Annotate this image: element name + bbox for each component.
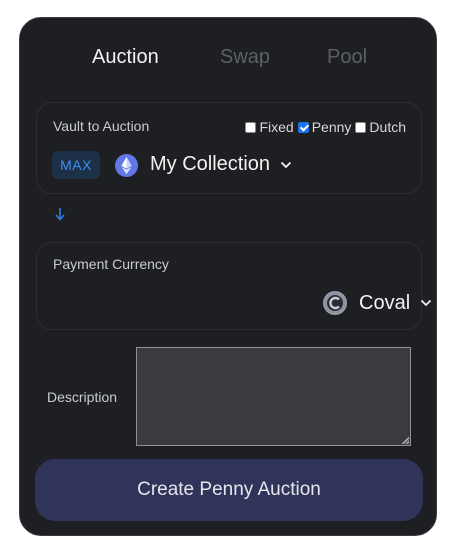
vault-panel: Vault to Auction Fixed Penny Dutch MAX M… (36, 102, 422, 194)
payment-label: Payment Currency (53, 256, 169, 272)
arrow-down-icon (55, 208, 65, 221)
fixed-label: Fixed (259, 119, 294, 135)
dutch-label: Dutch (369, 119, 406, 135)
max-button[interactable]: MAX (52, 151, 100, 179)
fixed-checkbox[interactable] (245, 121, 257, 133)
auction-card: Auction Swap Pool Vault to Auction Fixed… (19, 17, 437, 536)
currency-select-value: Coval (359, 291, 411, 314)
tab-auction[interactable]: Auction (92, 46, 159, 69)
payment-panel: Payment Currency Coval (36, 242, 432, 330)
vault-select[interactable]: My Collection (150, 153, 292, 176)
create-auction-button[interactable]: Create Penny Auction (35, 459, 423, 521)
description-input[interactable] (136, 347, 411, 446)
penny-checkbox[interactable] (297, 121, 309, 133)
option-dutch[interactable]: Dutch (355, 119, 406, 135)
option-fixed[interactable]: Fixed (245, 119, 294, 135)
ethereum-icon (115, 154, 138, 177)
chevron-down-icon (280, 161, 292, 168)
tab-swap[interactable]: Swap (220, 46, 270, 69)
tab-bar: Auction Swap Pool (20, 46, 436, 76)
tab-pool[interactable]: Pool (327, 46, 367, 69)
auction-type-options: Fixed Penny Dutch (241, 119, 406, 135)
coval-coin-icon (323, 291, 347, 315)
dutch-checkbox[interactable] (355, 121, 367, 133)
option-penny[interactable]: Penny (297, 119, 352, 135)
penny-label: Penny (311, 119, 352, 135)
vault-label: Vault to Auction (53, 118, 150, 134)
currency-select[interactable]: Coval (323, 291, 432, 315)
vault-select-value: My Collection (150, 153, 271, 175)
chevron-down-icon (421, 299, 432, 307)
description-label: Description (47, 389, 118, 405)
